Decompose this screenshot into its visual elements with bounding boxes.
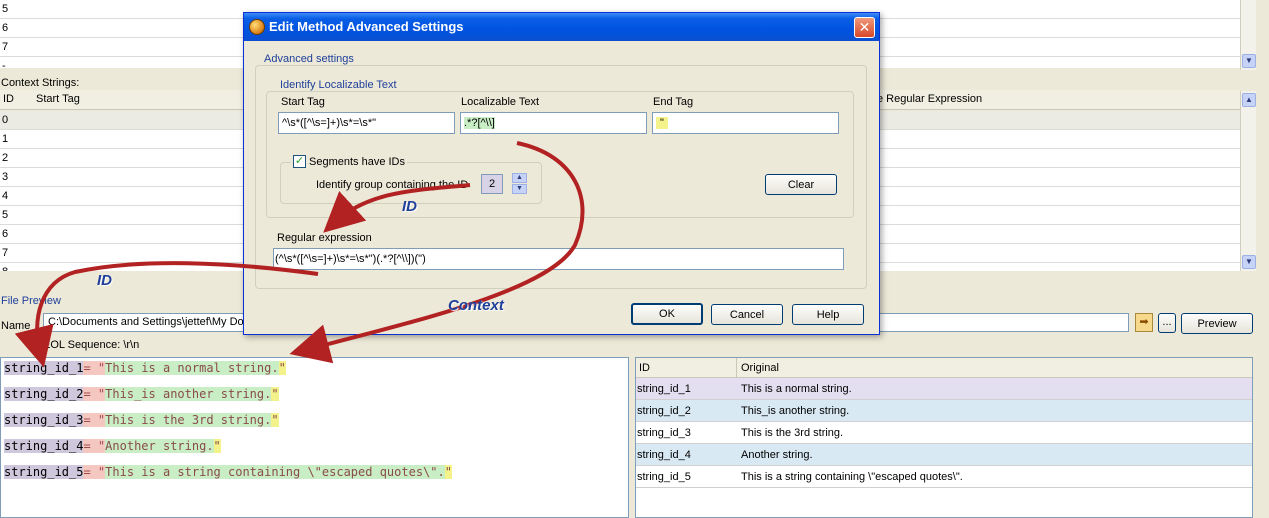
annotation-id: ID (97, 272, 112, 289)
annotation-context: Context (448, 297, 504, 314)
arrow-context-to-preview (289, 141, 585, 364)
annotation-arrows (14, 141, 585, 368)
annotation-id: ID (402, 198, 417, 215)
arrow-id-to-preview (14, 261, 319, 368)
